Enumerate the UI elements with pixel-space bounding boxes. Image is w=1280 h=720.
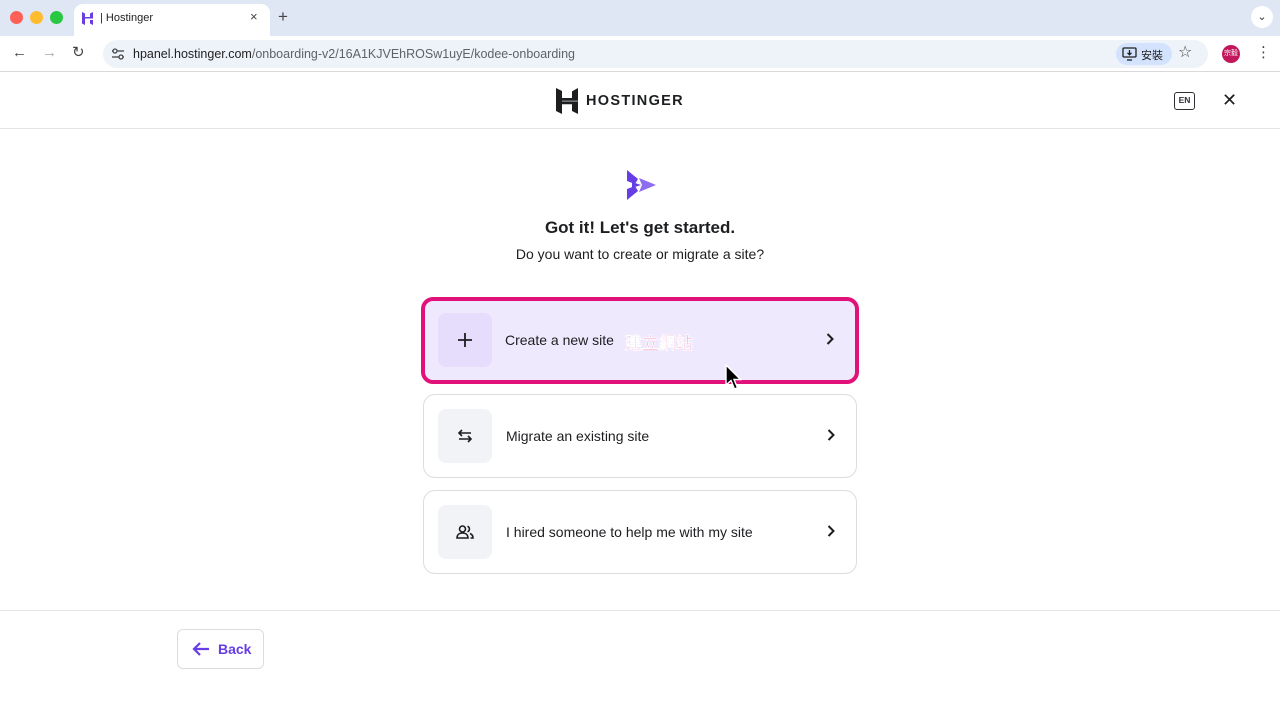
option-icon-box [438, 313, 492, 367]
install-icon [1122, 47, 1137, 61]
window-close-button[interactable] [10, 11, 23, 24]
arrow-left-icon [192, 642, 209, 656]
site-info-icon[interactable] [111, 47, 125, 61]
bookmark-star-icon[interactable]: ☆ [1178, 44, 1192, 62]
page-subtitle: Do you want to create or migrate a site? [515, 246, 765, 262]
plus-icon [458, 333, 472, 347]
page-header: HOSTINGER EN ✕ [0, 73, 1280, 129]
browser-tab-bar: | Hostinger × + ⌄ [0, 0, 1280, 36]
chevron-right-icon [827, 525, 835, 537]
tab-search-button[interactable]: ⌄ [1251, 6, 1273, 28]
profile-avatar[interactable]: 宗毅 [1222, 45, 1240, 63]
migrate-existing-site-option[interactable]: Migrate an existing site [423, 394, 857, 478]
page-title: Got it! Let's get started. [544, 218, 736, 237]
option-label: I hired someone to help me with my site [506, 524, 753, 540]
new-tab-button[interactable]: + [278, 8, 288, 26]
install-app-button[interactable]: 安裝 [1116, 43, 1172, 65]
people-icon [456, 525, 474, 539]
install-label: 安裝 [1141, 50, 1163, 62]
url-text: hpanel.hostinger.com/onboarding-v2/16A1K… [133, 47, 575, 61]
address-bar[interactable]: hpanel.hostinger.com/onboarding-v2/16A1K… [103, 40, 1208, 68]
option-icon-box [438, 505, 492, 559]
option-label: Migrate an existing site [506, 428, 650, 444]
url-path: /onboarding-v2/16A1KJVEhROSw1uyE/kodee-o… [251, 47, 575, 61]
back-label: Back [218, 641, 252, 657]
close-onboarding-icon[interactable]: ✕ [1222, 90, 1237, 110]
back-nav-icon[interactable]: ← [12, 44, 27, 62]
page-footer: Back [0, 610, 1280, 720]
browser-toolbar: ← → ↻ hpanel.hostinger.com/onboarding-v2… [0, 36, 1280, 72]
language-selector[interactable]: EN [1174, 92, 1195, 110]
back-button[interactable]: Back [177, 629, 264, 669]
chevron-right-icon [826, 333, 834, 345]
brand-name: HOSTINGER [586, 93, 684, 109]
annotation-label: 建立網站 [625, 334, 693, 353]
create-new-site-option[interactable]: Create a new site 建立網站 [421, 297, 859, 384]
chevron-right-icon [827, 429, 835, 441]
option-icon-box [438, 409, 492, 463]
kodee-logo-icon [627, 170, 656, 200]
window-minimize-button[interactable] [30, 11, 43, 24]
hostinger-logo-icon [556, 88, 578, 114]
tab-close-icon[interactable]: × [250, 10, 258, 24]
reload-icon[interactable]: ↻ [72, 44, 85, 62]
browser-tab-hostinger[interactable]: | Hostinger × [74, 4, 270, 36]
tab-title: | Hostinger [100, 12, 153, 24]
option-label: Create a new site [505, 332, 614, 348]
hostinger-favicon-icon [82, 12, 93, 25]
forward-nav-icon[interactable]: → [42, 44, 57, 62]
hired-someone-option[interactable]: I hired someone to help me with my site [423, 490, 857, 574]
window-maximize-button[interactable] [50, 11, 63, 24]
mouse-cursor-icon [725, 364, 742, 390]
browser-menu-icon[interactable]: ⋮ [1256, 44, 1271, 62]
swap-arrows-icon [457, 429, 473, 443]
url-host: hpanel.hostinger.com [133, 47, 252, 61]
